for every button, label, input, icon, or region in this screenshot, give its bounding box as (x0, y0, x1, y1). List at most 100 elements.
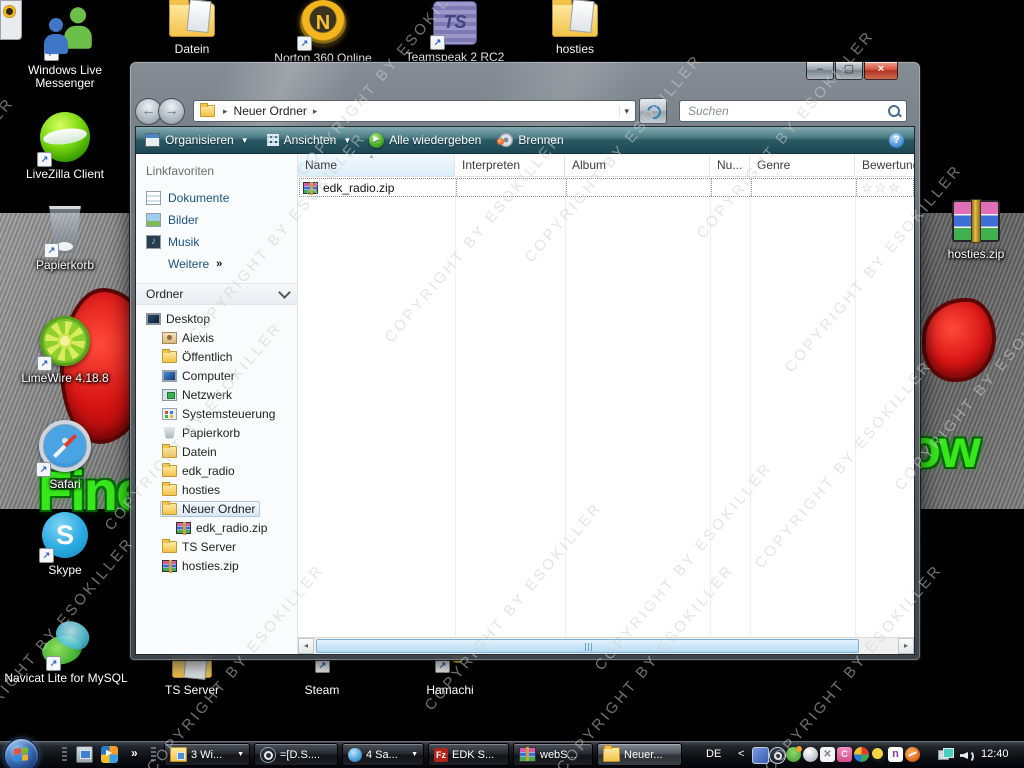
tree-item-edk-radio[interactable]: edk_radio (146, 461, 297, 480)
column-header-bewertung[interactable]: Bewertung (855, 154, 914, 176)
desktop-icon-hosties[interactable]: hosties (525, 0, 625, 56)
taskbar-clock[interactable]: 12:40 (981, 748, 1009, 760)
search-icon[interactable] (888, 105, 900, 117)
close-button[interactable]: × (864, 62, 898, 80)
column-gridline (855, 176, 856, 638)
tree-item-ts-server[interactable]: TS Server (146, 537, 297, 556)
rating-stars[interactable]: ☆☆☆ (861, 180, 914, 196)
volume-icon[interactable] (960, 749, 974, 763)
control-panel-icon (162, 407, 177, 420)
sidebar-item-musik[interactable]: ♪ Musik (146, 231, 297, 253)
breadcrumb[interactable]: Neuer Ordner (234, 104, 307, 118)
views-menu-button[interactable]: Ansichten ▼ (258, 127, 361, 153)
toolbar-grip[interactable] (62, 747, 67, 763)
folder-icon (169, 0, 215, 37)
sidebar-item-bilder[interactable]: Bilder (146, 209, 297, 231)
steam-icon (260, 746, 276, 763)
forward-button[interactable]: → (158, 97, 185, 125)
horizontal-scrollbar[interactable]: ◂ ▸ (298, 637, 914, 654)
toolbar-grip[interactable] (151, 747, 156, 763)
tray-expand-icon[interactable]: < (738, 748, 744, 760)
tree-item-hosties[interactable]: hosties (146, 480, 297, 499)
sidebar-item-dokumente[interactable]: Dokumente (146, 187, 297, 209)
tray-n-badge-icon[interactable]: n (888, 747, 903, 762)
address-bar[interactable]: ▸ Neuer Ordner ▸ ▾ (193, 100, 636, 122)
tree-item-netzwerk[interactable]: Netzwerk (146, 385, 297, 404)
organize-menu-button[interactable]: Organisieren ▼ (136, 127, 258, 153)
taskbar-button-group-2[interactable]: 4 Sa... ▼ (342, 743, 424, 766)
taskbar-button-steam[interactable]: =[D.S.... (254, 743, 338, 766)
desktop-icon-teamspeak[interactable]: Teamspeak 2 RC2 (400, 1, 510, 64)
network-status-icon[interactable] (938, 748, 954, 761)
shortcut-arrow-icon (36, 462, 51, 477)
column-header-album[interactable]: Album (565, 154, 710, 176)
column-header-name[interactable]: ▴ Name (298, 154, 455, 176)
tray-steam-icon[interactable] (769, 747, 786, 764)
search-box[interactable] (679, 100, 907, 122)
tray-moon-icon[interactable] (871, 747, 886, 762)
desktop-icon-papierkorb[interactable]: Papierkorb (5, 206, 125, 272)
folder-icon (162, 481, 177, 496)
tree-item-edk-radio-zip[interactable]: edk_radio.zip (146, 518, 297, 537)
search-input[interactable] (686, 103, 888, 119)
column-header-genre[interactable]: Genre (750, 154, 855, 176)
folders-band[interactable]: Ordner (136, 283, 297, 305)
tray-monitor-icon[interactable] (752, 747, 769, 764)
desktop-icon-skype[interactable]: Skype (5, 512, 125, 577)
desktop-icon-hosties-zip[interactable]: hosties.zip (930, 199, 1022, 261)
refresh-button[interactable] (639, 98, 667, 124)
desktop-icon-livezilla[interactable]: LiveZilla Client (5, 112, 125, 181)
quicklaunch-overflow-icon[interactable]: » (131, 746, 138, 760)
scrollbar-thumb[interactable] (316, 639, 859, 653)
desktop-icon-norton[interactable]: Norton 360 Online (268, 0, 378, 65)
tray-close-x-icon[interactable]: ✕ (820, 747, 835, 762)
shortcut-arrow-icon (297, 36, 312, 51)
tray-livezilla-icon[interactable] (786, 746, 802, 762)
chevron-down-icon: ▼ (240, 135, 249, 145)
language-indicator[interactable]: DE (706, 748, 721, 760)
navigation-row: ← → ▸ Neuer Ordner ▸ ▾ (135, 96, 915, 126)
folder-icon (162, 500, 177, 515)
tree-item-computer[interactable]: Computer (146, 366, 297, 385)
windows-flag-icon (14, 747, 28, 762)
play-all-button[interactable]: Alle wiedergeben (360, 127, 490, 153)
burn-button[interactable]: Brennen (490, 127, 572, 153)
column-header-nummer[interactable]: Nu... (710, 154, 750, 176)
minimize-button[interactable]: – (806, 62, 834, 80)
scroll-right-button[interactable]: ▸ (898, 638, 914, 654)
tree-item-neuer-ordner[interactable]: Neuer Ordner (146, 499, 297, 518)
tree-item-alexis[interactable]: Alexis (146, 328, 297, 347)
scroll-left-button[interactable]: ◂ (298, 638, 314, 654)
tray-c-badge-icon[interactable]: C (837, 747, 852, 762)
desktop-icon-datein[interactable]: Datein (142, 0, 242, 56)
address-dropdown-icon[interactable]: ▾ (619, 105, 633, 117)
tree-item-hosties-zip[interactable]: hosties.zip (146, 556, 297, 575)
desktop-icon-limewire[interactable]: LimeWire 4.18.8 (5, 316, 125, 385)
tray-color-wheel-icon[interactable] (854, 747, 869, 762)
file-row-edk-radio-zip[interactable]: edk_radio.zip ☆☆☆ (299, 178, 914, 197)
sidebar-item-weitere[interactable]: Weitere » (146, 253, 297, 275)
taskbar-button-neuer-ordner[interactable]: Neuer... (597, 743, 682, 766)
tree-item-papierkorb[interactable]: Papierkorb (146, 423, 297, 442)
tree-item-oeffentlich[interactable]: Öffentlich (146, 347, 297, 366)
column-header-interpreten[interactable]: Interpreten (455, 154, 565, 176)
taskbar-button-winrar[interactable]: webS... (513, 743, 593, 766)
desktop-icon-messenger[interactable]: Windows Live Messenger (5, 6, 125, 90)
media-player-icon[interactable] (101, 746, 118, 763)
help-button[interactable]: ? (889, 132, 904, 148)
maximize-button[interactable]: ▢ (835, 62, 863, 80)
window-titlebar[interactable]: – ▢ × (135, 62, 915, 96)
taskbar-button-explorer-group[interactable]: 3 Wi... ▼ (164, 743, 250, 766)
desktop-icon-safari[interactable]: Safari (5, 420, 125, 491)
taskbar-button-filezilla[interactable]: Fz EDK S... (428, 743, 509, 766)
tree-item-datein[interactable]: Datein (146, 442, 297, 461)
messenger-icon (32, 6, 98, 58)
tree-item-systemsteuerung[interactable]: Systemsteuerung (146, 404, 297, 423)
winrar-icon (519, 747, 536, 762)
desktop-icon-navicat[interactable]: Navicat Lite for MySQL (0, 622, 132, 685)
tray-orange-badge-icon[interactable] (905, 747, 920, 762)
start-button[interactable] (4, 738, 39, 768)
tree-item-desktop[interactable]: Desktop (146, 309, 297, 328)
show-desktop-icon[interactable] (76, 746, 93, 763)
tray-sphere-icon[interactable] (803, 747, 818, 762)
